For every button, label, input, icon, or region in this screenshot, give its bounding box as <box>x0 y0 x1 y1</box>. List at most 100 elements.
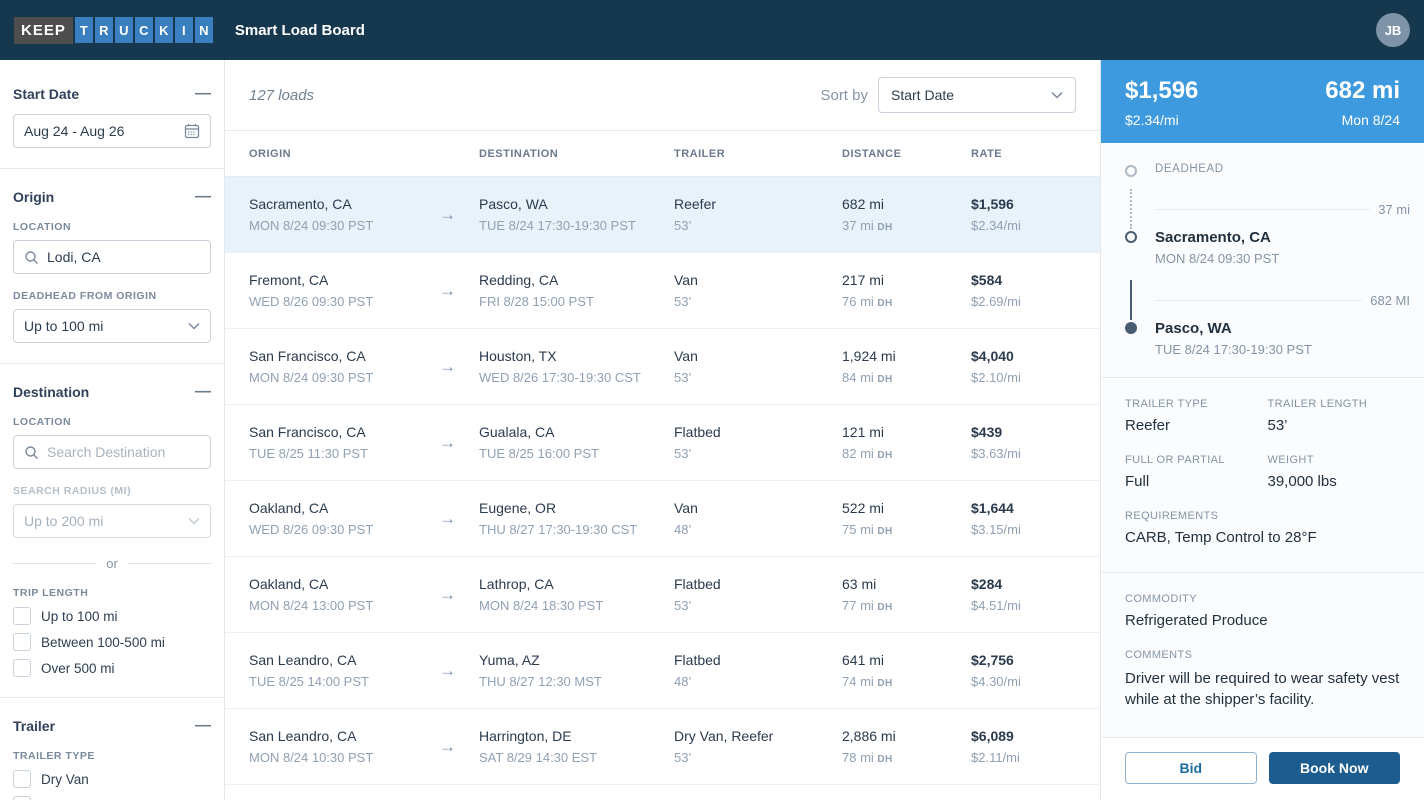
origin-city: Sacramento, CA <box>249 196 439 212</box>
user-avatar[interactable]: JB <box>1376 13 1410 47</box>
trailer-length: 48’ <box>674 522 842 537</box>
trailer-type: Flatbed <box>674 576 842 592</box>
deadhead-dot-icon <box>1125 165 1137 177</box>
collapse-icon[interactable]: — <box>195 387 211 397</box>
trailer-length-value: 53’ <box>1268 417 1401 434</box>
start-date-section-header: Start Date — <box>13 86 211 102</box>
keeptruckin-logo: KEEP T R U C K I N <box>14 17 213 44</box>
checkbox[interactable] <box>13 633 31 651</box>
destination-time: WED 8/26 17:30-19:30 CST <box>479 370 674 385</box>
distance: 217 mi <box>842 272 971 288</box>
logo-letter-tile: N <box>195 17 213 43</box>
sort-by-label: Sort by <box>820 87 868 104</box>
trip-length-label: TRIP LENGTH <box>13 587 211 599</box>
table-header: ORIGIN DESTINATION TRAILER DISTANCE RATE <box>225 131 1100 177</box>
dotted-connector <box>1130 189 1132 229</box>
bid-button[interactable]: Bid <box>1125 752 1257 784</box>
table-row[interactable]: San Francisco, CATUE 8/25 11:30 PST → Gu… <box>225 405 1100 481</box>
table-row[interactable]: San Francisco, CAMON 8/24 09:30 PST → Ho… <box>225 329 1100 405</box>
trailer-type-option[interactable]: Reefer <box>13 796 211 800</box>
origin-section-header: Origin — <box>13 189 211 205</box>
table-row[interactable]: Sacramento, CAMON 8/24 09:30 PST → Pasco… <box>225 177 1100 253</box>
app: KEEP T R U C K I N Smart Load Board JB S… <box>0 0 1424 800</box>
trailer-length: 48’ <box>674 674 842 689</box>
checkbox[interactable] <box>13 659 31 677</box>
table-row[interactable]: Fremont, CAWED 8/26 09:30 PST → Redding,… <box>225 253 1100 329</box>
table-row[interactable]: Oakland, CAMON 8/24 13:00 PST → Lathrop,… <box>225 557 1100 633</box>
deadhead-distance: 37 mi <box>842 218 874 233</box>
search-icon <box>24 250 39 265</box>
sort-select[interactable]: Start Date <box>878 77 1076 113</box>
destination-title: Destination <box>13 384 89 400</box>
origin-title: Origin <box>13 189 54 205</box>
arrow-right-icon: → <box>439 433 479 453</box>
load-list-panel: 127 loads Sort by Start Date ORIGIN DEST… <box>225 60 1100 800</box>
deadhead-from-origin-value: Up to 100 mi <box>24 318 103 334</box>
trailer-type-label: TRAILER TYPE <box>1125 398 1258 410</box>
checkbox[interactable] <box>13 607 31 625</box>
destination-location-field <box>13 435 211 469</box>
arrow-right-icon: → <box>439 357 479 377</box>
collapse-icon[interactable]: — <box>195 721 211 731</box>
start-date-input[interactable]: Aug 24 - Aug 26 <box>13 114 211 148</box>
weight-label: WEIGHT <box>1268 454 1401 466</box>
column-destination: DESTINATION <box>479 148 674 160</box>
deadhead-from-origin-select[interactable]: Up to 100 mi <box>13 309 211 343</box>
trailer-type-label: TRAILER TYPE <box>13 750 211 762</box>
arrow-right-icon: → <box>439 281 479 301</box>
dh-label: DH <box>877 374 892 385</box>
destination-city: Gualala, CA <box>479 424 674 440</box>
rate-per-mile: $2.10/mi <box>971 370 1076 385</box>
collapse-icon[interactable]: — <box>195 192 211 202</box>
trailer-type-option[interactable]: Dry Van <box>13 770 211 788</box>
dh-label: DH <box>877 678 892 689</box>
weight-value: 39,000 lbs <box>1268 473 1401 490</box>
trip-length-option[interactable]: Up to 100 mi <box>13 607 211 625</box>
search-radius-select[interactable]: Up to 200 mi <box>13 504 211 538</box>
rate-per-mile: $2.69/mi <box>971 294 1076 309</box>
logo-letter-tile: K <box>155 17 173 43</box>
column-origin: ORIGIN <box>249 148 439 160</box>
destination-time: THU 8/27 12:30 MST <box>479 674 674 689</box>
trailer-type: Dry Van, Reefer <box>674 728 842 744</box>
book-now-button[interactable]: Book Now <box>1269 752 1401 784</box>
trailer-type: Flatbed <box>674 424 842 440</box>
filters-sidebar: Start Date — Aug 24 - Aug 26 Origin — L <box>0 60 225 800</box>
trip-length-option[interactable]: Between 100-500 mi <box>13 633 211 651</box>
requirements-value: CARB, Temp Control to 28°F <box>1125 529 1400 546</box>
checkbox[interactable] <box>13 770 31 788</box>
destination-city: Pasco, WA <box>479 196 674 212</box>
destination-city: Redding, CA <box>479 272 674 288</box>
origin-city: Fremont, CA <box>249 272 439 288</box>
trip-length-option[interactable]: Over 500 mi <box>13 659 211 677</box>
origin-dot-icon <box>1125 231 1137 243</box>
logo-letter-tile: R <box>95 17 113 43</box>
timeline-destination-time: TUE 8/24 17:30-19:30 PST <box>1155 342 1410 357</box>
logo-letter-tile: U <box>115 17 133 43</box>
distance: 2,886 mi <box>842 728 971 744</box>
deadhead-distance: 78 mi <box>842 750 874 765</box>
distance: 682 mi <box>842 196 971 212</box>
origin-location-input[interactable] <box>47 249 200 265</box>
arrow-right-icon: → <box>439 737 479 757</box>
distance: 1,924 mi <box>842 348 971 364</box>
dh-label: DH <box>877 602 892 613</box>
logo-letter-tile: I <box>175 17 193 43</box>
origin-time: TUE 8/25 14:00 PST <box>249 674 439 689</box>
rate: $1,644 <box>971 500 1076 516</box>
rate: $284 <box>971 576 1076 592</box>
origin-city: San Francisco, CA <box>249 348 439 364</box>
collapse-icon[interactable]: — <box>195 89 211 99</box>
table-row[interactable]: San Leandro, CAMON 8/24 10:30 PST → Harr… <box>225 709 1100 785</box>
table-row[interactable]: San Leandro, CATUE 8/25 14:00 PST → Yuma… <box>225 633 1100 709</box>
origin-city: San Francisco, CA <box>249 424 439 440</box>
commodity-comments: COMMODITY Refrigerated Produce COMMENTS … <box>1101 579 1424 724</box>
table-row[interactable]: Oakland, CAWED 8/26 09:30 PST → Eugene, … <box>225 481 1100 557</box>
sort-value: Start Date <box>891 87 954 103</box>
timeline-destination-city: Pasco, WA <box>1155 320 1410 337</box>
destination-location-input[interactable] <box>47 444 200 460</box>
dh-label: DH <box>877 222 892 233</box>
checkbox[interactable] <box>13 796 31 800</box>
rate: $1,596 <box>971 196 1076 212</box>
destination-city: Lathrop, CA <box>479 576 674 592</box>
